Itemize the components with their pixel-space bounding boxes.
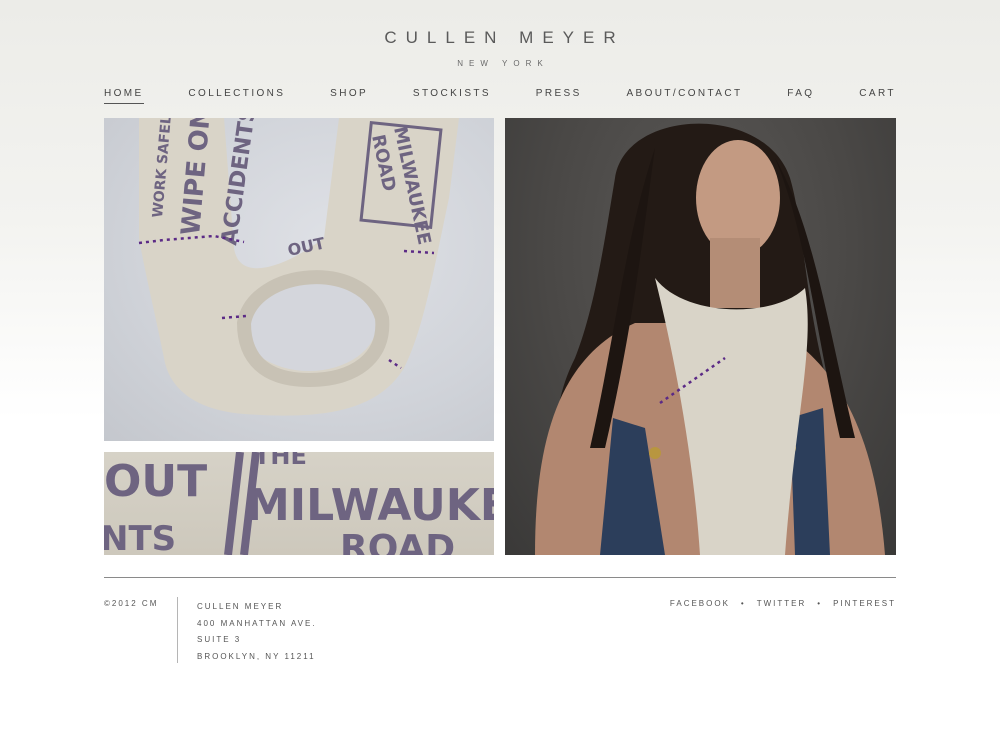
pinterest-link[interactable]: PINTEREST bbox=[833, 599, 896, 608]
nav-item-home[interactable]: HOME bbox=[104, 88, 144, 104]
main-nav: HOME COLLECTIONS SHOP STOCKISTS PRESS AB… bbox=[104, 88, 896, 104]
address-line: CULLEN MEYER bbox=[197, 602, 284, 611]
detail-print-line: NTS bbox=[104, 519, 176, 555]
nav-item-shop[interactable]: SHOP bbox=[330, 88, 368, 103]
facebook-link[interactable]: FACEBOOK bbox=[670, 599, 730, 608]
footer-address: CULLEN MEYER 400 MANHATTAN AVE. SUITE 3 … bbox=[197, 599, 317, 666]
fabric-detail-image[interactable]: OUT NTS THE MILWAUKE ROAD bbox=[104, 452, 494, 555]
footer-divider bbox=[104, 577, 896, 578]
nav-item-stockists[interactable]: STOCKISTS bbox=[413, 88, 491, 103]
detail-print-line: MILWAUKE bbox=[246, 480, 494, 531]
address-line: SUITE 3 bbox=[197, 635, 242, 645]
social-links: FACEBOOK • TWITTER • PINTEREST bbox=[670, 599, 896, 608]
detail-print-line: OUT bbox=[104, 456, 207, 507]
model-neck bbox=[710, 238, 760, 308]
detail-print-line: THE bbox=[254, 452, 307, 470]
social-separator: • bbox=[740, 599, 746, 608]
copyright: ©2012 CM bbox=[104, 599, 159, 608]
brand-logo[interactable]: CULLEN MEYER bbox=[9, 28, 1000, 48]
brand-location: NEW YORK bbox=[457, 59, 549, 68]
model-photo[interactable] bbox=[505, 118, 896, 555]
brand-header: CULLEN MEYER NEW YORK bbox=[0, 28, 1000, 68]
overalls-button bbox=[649, 447, 661, 459]
detail-print-line: ROAD bbox=[340, 528, 455, 555]
address-line: 400 MANHATTAN AVE. bbox=[197, 618, 317, 628]
detail-print-frame-lines bbox=[224, 452, 260, 555]
nav-item-press[interactable]: PRESS bbox=[536, 88, 582, 103]
nav-item-faq[interactable]: FAQ bbox=[787, 88, 814, 103]
detail-print-text: OUT NTS THE MILWAUKE ROAD bbox=[104, 452, 494, 555]
scarf-product-image[interactable]: WORK SAFELY WIPE ON ACCIDENTS MILWAUKEE … bbox=[104, 118, 494, 441]
address-line: BROOKLYN, NY 11211 bbox=[197, 652, 316, 662]
twitter-link[interactable]: TWITTER bbox=[757, 599, 807, 608]
nav-item-collections[interactable]: COLLECTIONS bbox=[188, 88, 285, 103]
footer-vertical-divider bbox=[177, 597, 178, 663]
social-separator: • bbox=[817, 599, 823, 608]
nav-item-about-contact[interactable]: ABOUT/CONTACT bbox=[626, 88, 742, 103]
nav-item-cart[interactable]: CART bbox=[859, 88, 896, 103]
